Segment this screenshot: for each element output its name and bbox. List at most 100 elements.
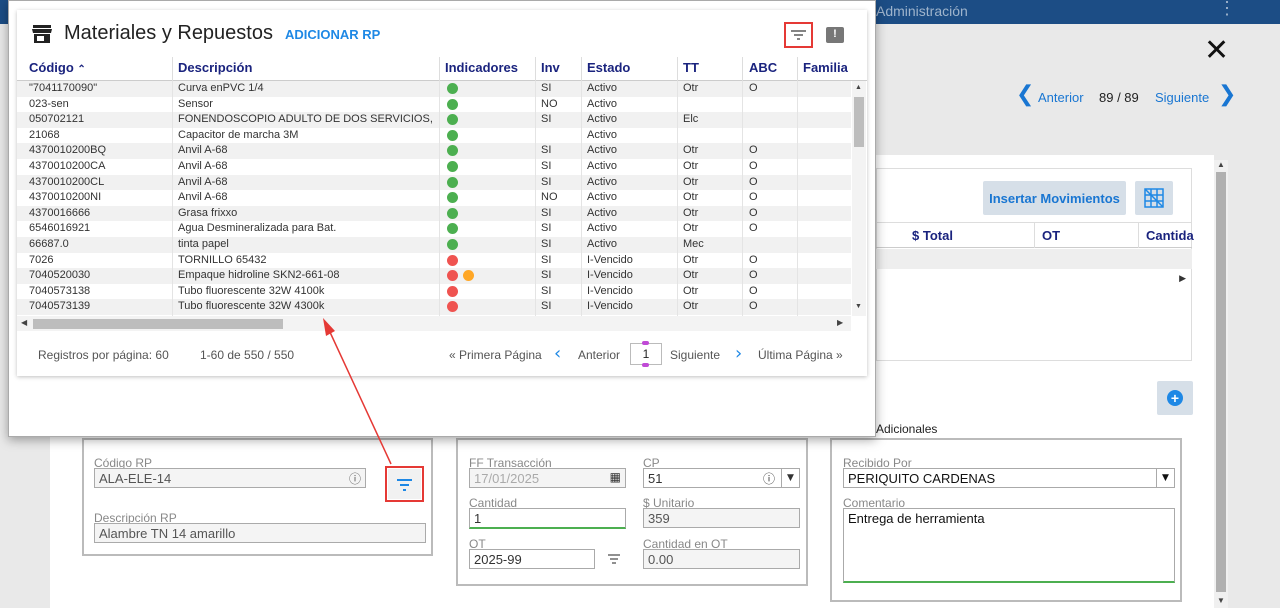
table-row[interactable]: 4370010200BQ Anvil A-68 SI Activo Otr O <box>17 143 851 159</box>
page-vertical-scrollbar[interactable]: ▲ ▼ <box>1214 160 1228 608</box>
grid-vertical-scrollbar[interactable]: ▲ ▼ <box>852 81 866 316</box>
cell-desc: Anvil A-68 <box>178 175 228 188</box>
col-estado[interactable]: Estado <box>587 60 630 75</box>
table-row[interactable]: "7041170090" Curva enPVC 1/4 SI Activo Otr O <box>17 81 851 97</box>
cell-tt: Otr <box>683 284 699 297</box>
first-page-link[interactable]: « Primera Página <box>449 348 542 362</box>
cell-tt: Otr <box>683 191 699 204</box>
chevron-down-icon[interactable]: ▼ <box>781 469 799 487</box>
prev-page-link[interactable]: Anterior <box>578 348 620 362</box>
cell-abc: O <box>749 206 758 219</box>
ff-date-field[interactable]: 17/01/2025 ▦ <box>469 468 626 488</box>
cant-ot-field[interactable]: 0.00 <box>643 549 800 569</box>
add-button[interactable]: + <box>1157 381 1193 415</box>
movements-table-header: $ Total OT Cantida <box>876 222 1194 248</box>
cell-abc: O <box>749 253 758 266</box>
table-row[interactable]: 7040520030 Empaque hidroline SKN2-661-08 S… <box>17 268 851 284</box>
cell-inv: SI <box>541 175 552 188</box>
cell-tt: Otr <box>683 253 699 266</box>
col-inv[interactable]: Inv <box>541 60 560 75</box>
chevron-down-icon[interactable]: ▼ <box>1156 469 1174 487</box>
cell-desc: Curva enPVC 1/4 <box>178 82 264 94</box>
next-page-link[interactable]: Siguiente <box>670 348 720 362</box>
cell-codigo: 7026 <box>29 253 54 266</box>
table-row[interactable]: 4370010200CA Anvil A-68 SI Activo Otr O <box>17 159 851 175</box>
status-indicator-green <box>447 207 458 219</box>
col-tt[interactable]: TT <box>683 60 699 75</box>
materials-grid: Código ⌃ Descripción Indicadores Inv Est… <box>17 57 867 332</box>
close-icon[interactable]: ✕ <box>1204 36 1229 66</box>
horizontal-scrollbar[interactable]: ▶ <box>876 270 1192 286</box>
col-codigo[interactable]: Código ⌃ <box>29 60 86 75</box>
cell-abc: O <box>749 160 758 172</box>
record-position: 89 / 89 <box>1099 90 1139 105</box>
grid-horizontal-scrollbar[interactable]: ◀ ▶ <box>17 316 851 331</box>
cell-desc: Grasa frixxo <box>178 206 238 219</box>
table-row[interactable]: 4370016666 Grasa frixxo SI Activo Otr O <box>17 205 851 222</box>
cell-inv: SI <box>541 253 552 266</box>
table-row[interactable]: 7026 TORNILLO 65432 SI I-Vencido Otr O <box>17 253 851 269</box>
filter-button[interactable] <box>388 469 421 499</box>
kebab-menu-icon[interactable]: ⋮ <box>1218 0 1236 17</box>
cell-inv: SI <box>541 144 552 157</box>
recibido-select[interactable]: PERIQUITO CARDENAS ▼ <box>843 468 1175 488</box>
grid-icon[interactable] <box>1135 181 1173 215</box>
cell-abc: O <box>749 144 758 157</box>
ot-filter-icon[interactable] <box>605 551 623 572</box>
col-indicadores[interactable]: Indicadores <box>445 60 518 75</box>
cell-codigo: 4370010200CA <box>29 160 106 172</box>
table-row[interactable]: 66687.0 tinta papel SI Activo Mec <box>17 237 851 253</box>
table-row[interactable]: 21068 Capacitor de marcha 3M Activo <box>17 128 851 144</box>
comentario-textarea[interactable]: Entrega de herramienta <box>843 508 1175 583</box>
info-icon[interactable]: ⓘ <box>763 470 775 487</box>
cell-tt: Otr <box>683 222 699 235</box>
table-row[interactable]: 4370010200NI Anvil A-68 NO Activo Otr O <box>17 190 851 206</box>
cell-abc: O <box>749 300 758 313</box>
table-row[interactable]: 7040573139 Tubo fluorescente 32W 4300k SI I… <box>17 299 851 315</box>
filter-toggle-button[interactable] <box>786 24 811 46</box>
cell-tt: Otr <box>683 206 699 219</box>
status-indicator-green <box>447 114 458 126</box>
descripcion-field[interactable]: Alambre TN 14 amarillo <box>94 523 426 543</box>
rows-per-page[interactable]: Registros por página: 60 <box>38 348 169 362</box>
cell-abc: O <box>749 284 758 297</box>
last-page-link[interactable]: Última Página » <box>758 348 843 362</box>
app-title: Administración <box>876 3 968 19</box>
col-abc[interactable]: ABC <box>749 60 777 75</box>
status-indicator-green <box>447 239 458 250</box>
cell-inv: SI <box>541 238 552 250</box>
ot-field[interactable]: 2025-99 <box>469 549 595 569</box>
insert-movements-button[interactable]: Insertar Movimientos <box>983 181 1126 215</box>
cantidad-field[interactable]: 1 <box>469 508 626 529</box>
table-row[interactable]: 050702121 FONENDOSCOPIO ADULTO DE DOS SER… <box>17 112 851 128</box>
store-icon <box>32 25 52 43</box>
feedback-icon[interactable]: ! <box>826 27 844 43</box>
cell-codigo: 21068 <box>29 128 60 141</box>
table-row[interactable]: 4370010200CL Anvil A-68 SI Activo Otr O <box>17 174 851 191</box>
page-number-input[interactable]: 1 <box>630 341 662 367</box>
cell-codigo: 7040573139 <box>29 300 91 313</box>
cell-inv: SI <box>541 206 552 219</box>
codigo-field[interactable]: ALA-ELE-14 ⓘ <box>94 468 366 488</box>
cell-desc: Sensor <box>178 97 213 110</box>
chevron-left-icon[interactable]: ‹ <box>554 343 561 364</box>
table-row <box>876 249 1192 269</box>
grid-header: Código ⌃ Descripción Indicadores Inv Est… <box>17 57 867 81</box>
info-icon[interactable]: ⓘ <box>349 470 361 487</box>
cp-select[interactable]: 51 ⓘ ▼ <box>643 468 800 488</box>
table-row[interactable]: 6546016921 Agua Desmineralizada para Bat.… <box>17 221 851 237</box>
chevron-right-icon[interactable]: › <box>735 343 742 364</box>
cell-estado: Activo <box>587 128 617 141</box>
table-row[interactable]: 7040573138 Tubo fluorescente 32W 4100k SI I… <box>17 284 851 300</box>
cell-abc: O <box>749 82 758 94</box>
cell-tt: Otr <box>683 269 699 282</box>
cell-abc: O <box>749 269 758 282</box>
col-familia[interactable]: Familia <box>803 60 848 75</box>
table-row[interactable]: 023-sen Sensor NO Activo <box>17 97 851 113</box>
col-descripcion[interactable]: Descripción <box>178 60 252 75</box>
unitario-field[interactable]: 359 <box>643 508 800 528</box>
add-rp-link[interactable]: ADICIONAR RP <box>285 27 380 42</box>
calendar-icon[interactable]: ▦ <box>610 470 621 484</box>
col-ot: OT <box>1042 228 1061 243</box>
cell-estado: Activo <box>587 82 617 94</box>
